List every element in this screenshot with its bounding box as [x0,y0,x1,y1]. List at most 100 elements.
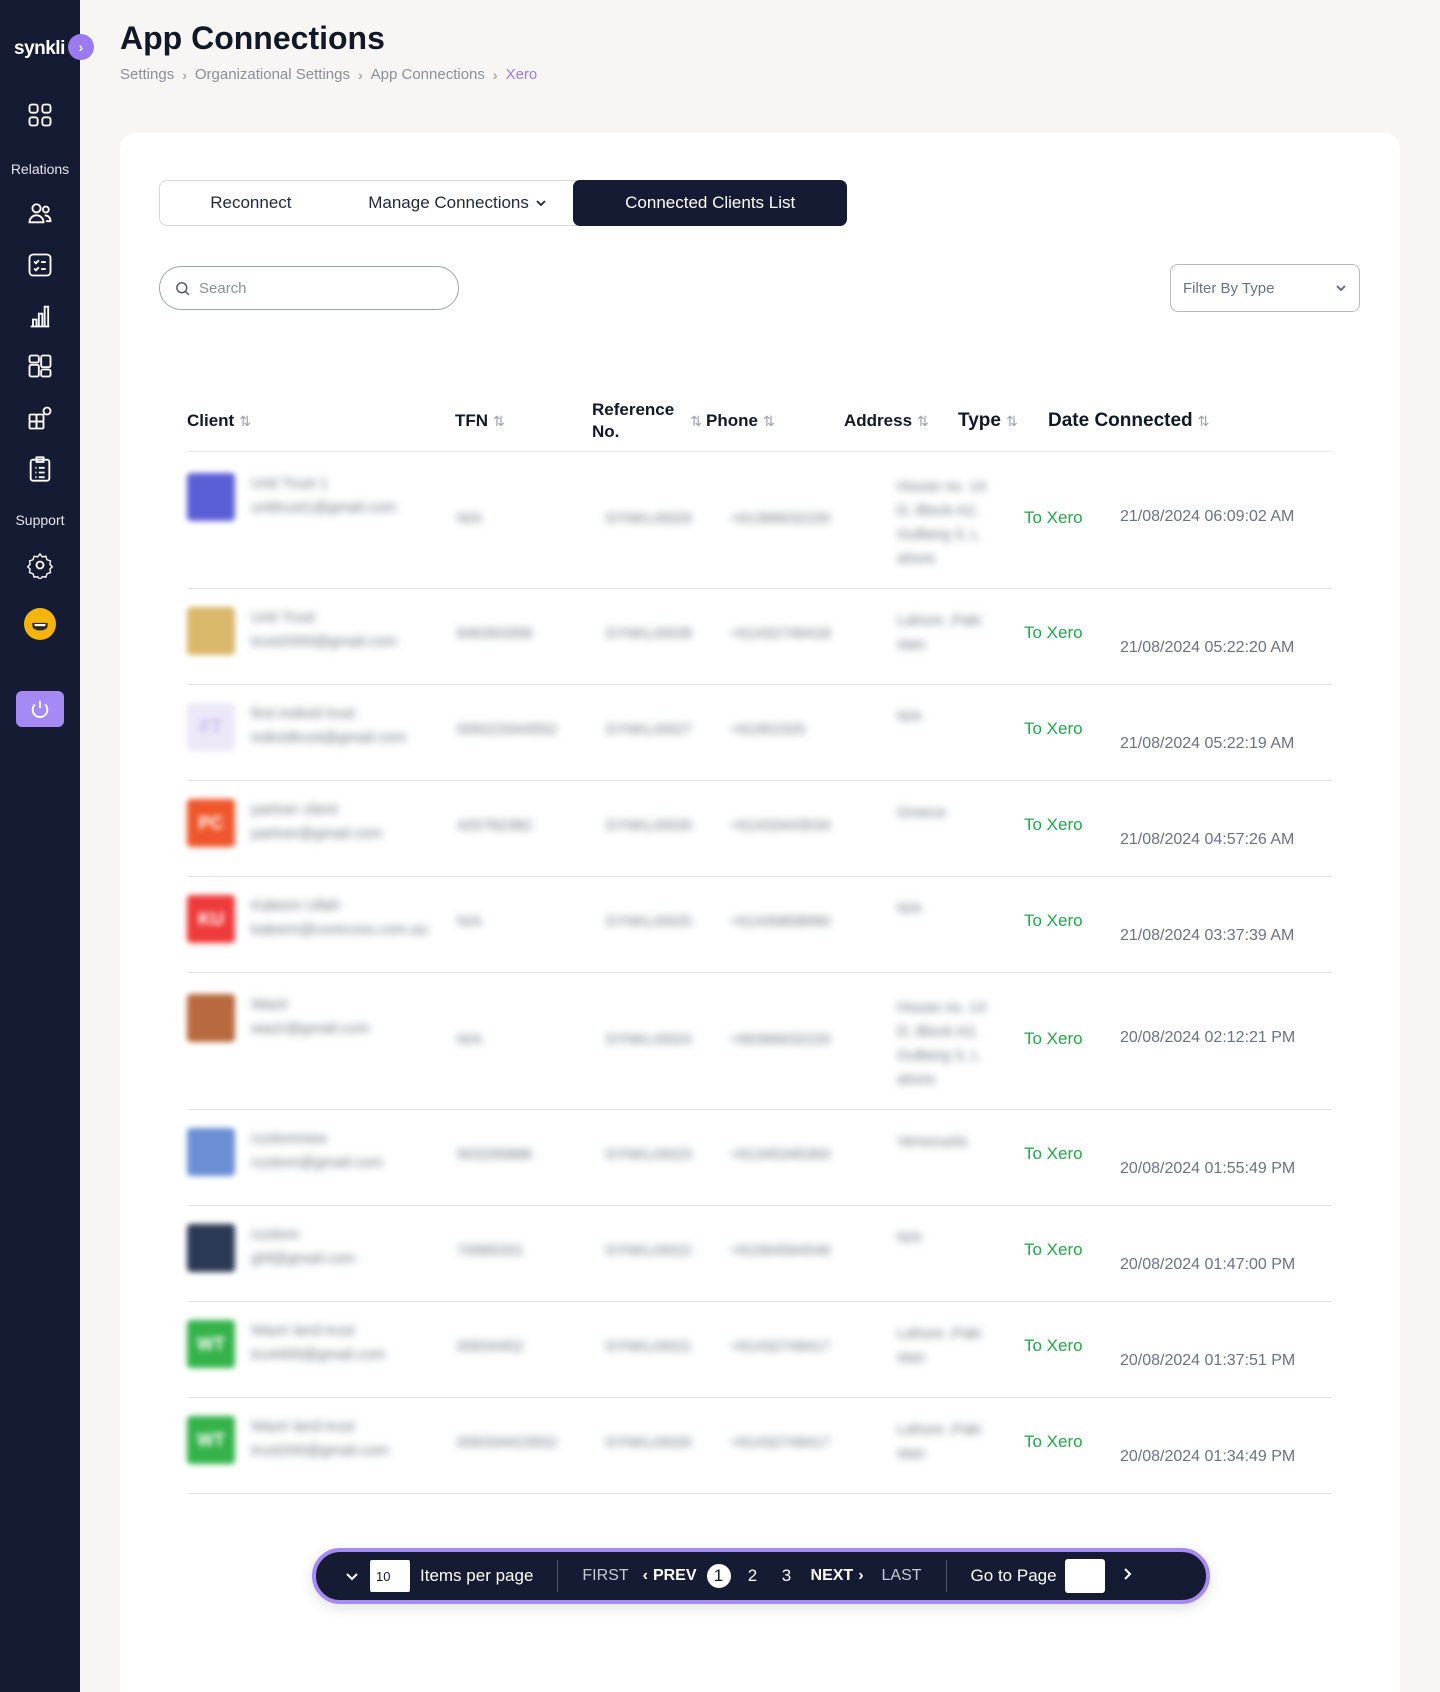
type-value: To Xero [1024,719,1083,738]
logout-button[interactable] [16,691,64,727]
table-row[interactable]: FT first individ trust individtrust@gmai… [187,685,1332,781]
avatar-initials: PC [198,812,224,833]
app-logo[interactable]: synkli [14,38,65,60]
prev-page-button[interactable]: ‹ PREV [643,1567,697,1585]
column-header-client[interactable]: Client ⇅ [187,386,251,456]
client-name[interactable]: Unit Trust [251,609,315,626]
search-input[interactable] [199,279,429,297]
tab-connected-clients-list[interactable]: Connected Clients List [573,180,847,226]
address-value: Lahore ,Paki stan [897,1421,982,1462]
page-3-button[interactable]: 3 [775,1564,799,1588]
next-page-button[interactable]: NEXT › [811,1567,864,1585]
column-header-address-label: Address [844,411,913,430]
breadcrumb-settings[interactable]: Settings [120,66,174,83]
date-connected-value: 21/08/2024 04:57:26 AM [1120,831,1295,848]
column-header-reference[interactable]: Reference No. ⇅ [592,386,702,456]
filter-label: Filter By Type [1183,279,1275,297]
column-header-phone[interactable]: Phone ⇅ [706,386,775,456]
phone-value: +61432749417 [730,1338,831,1355]
sort-icon: ⇅ [1005,412,1018,429]
apps-add-icon[interactable] [25,403,55,433]
column-header-address[interactable]: Address ⇅ [844,386,929,456]
tfn-value: 903295886 [457,1146,533,1163]
column-header-reference-line1: Reference [592,400,675,419]
chevron-down-icon[interactable] [344,1568,360,1584]
layout-icon[interactable] [25,351,55,381]
tab-manage-connections-label: Manage Connections [368,193,529,212]
client-email: partner@gmail.com [251,825,383,842]
client-email: wazir@gmail.com [251,1020,370,1037]
tfn-value: 846393358 [457,625,533,642]
tab-reconnect[interactable]: Reconnect [160,181,342,225]
page-title: App Connections [120,20,385,56]
column-header-type[interactable]: Type ⇅ [958,386,1018,456]
bar-chart-icon[interactable] [25,301,55,331]
date-connected-value: 21/08/2024 05:22:19 AM [1120,735,1295,752]
address-value: N/A [897,1229,923,1246]
gear-icon[interactable] [25,550,55,580]
client-name[interactable]: Wazir [251,996,289,1013]
tfn-value: N/A [457,913,483,930]
user-avatar[interactable] [24,608,56,640]
filter-by-type-select[interactable]: Filter By Type [1170,264,1360,312]
reference-value: SYNKLI0020 [605,1434,692,1451]
client-name[interactable]: Unit Trust 1 [251,475,328,492]
sidebar-toggle-button[interactable]: › [68,34,94,60]
column-header-tfn-label: TFN [455,411,489,430]
table-row[interactable]: WT Wazir land trust tru4400@gmail.com 00… [187,1302,1332,1398]
address-value: Venezuela [897,1133,968,1150]
type-value: To Xero [1024,1029,1083,1048]
clipboard-list-icon[interactable] [25,454,55,484]
column-header-date-connected[interactable]: Date Connected ⇅ [1048,386,1209,456]
sort-icon: ⇅ [690,413,702,429]
last-page-button[interactable]: LAST [882,1567,922,1585]
client-name[interactable]: first individ trust [251,705,355,722]
client-name[interactable]: partner client [251,801,338,818]
breadcrumb-xero: Xero [505,66,538,83]
reference-value: SYNKLI0022 [605,1242,692,1259]
go-to-page-input[interactable] [1064,1559,1105,1593]
breadcrumb: Settings › Organizational Settings › App… [120,66,537,83]
client-name[interactable]: customnew [251,1130,327,1147]
tfn-value: 009223344552 [457,721,558,738]
table-row[interactable]: Wazir wazir@gmail.com N/A SYNKLI0024 +66… [187,973,1332,1110]
prev-label: PREV [652,1567,697,1584]
table-row[interactable]: KU Kaleem Ullah kaleem@corecoss.com.au N… [187,877,1332,973]
table-row[interactable]: custom ghf@gmail.com 70985331 SYNKLI0022… [187,1206,1332,1302]
breadcrumb-organizational-settings[interactable]: Organizational Settings [195,66,350,83]
first-page-button[interactable]: FIRST [582,1567,628,1585]
phone-value: +61564564546 [730,1242,831,1259]
go-arrow-icon[interactable] [1119,1566,1135,1587]
client-name[interactable]: Wazir land trust [251,1418,355,1435]
sidebar-section-support: Support [15,512,65,528]
dashboard-icon[interactable] [25,100,55,130]
table-row[interactable]: Unit Trust trust2000@gmail.com 846393358… [187,589,1332,685]
client-email: trust200@gmail.com [251,1442,389,1459]
checklist-icon[interactable] [25,250,55,280]
column-header-tfn[interactable]: TFN ⇅ [455,386,505,456]
avatar [187,1128,235,1176]
phone-value: +66366632220 [730,1031,831,1048]
table-row[interactable]: WT Wazir land trust trust200@gmail.com 0… [187,1398,1332,1494]
users-icon[interactable] [25,198,55,228]
chevron-down-icon [1336,285,1346,292]
power-icon [31,700,49,718]
table-row[interactable]: customnew custom@gmail.com 903295886 SYN… [187,1110,1332,1206]
page-2-button[interactable]: 2 [741,1564,765,1588]
items-per-page-input[interactable]: 10 [370,1560,410,1592]
type-value: To Xero [1024,508,1083,527]
tfn-value: 70985331 [457,1242,524,1259]
reference-value: SYNKLI0027 [605,721,692,738]
client-email: tru4400@gmail.com [251,1346,386,1363]
client-name[interactable]: Wazir land trust [251,1322,355,1339]
table-row[interactable]: PC partner client partner@gmail.com 4257… [187,781,1332,877]
table-row[interactable]: Unit Trust 1 unittrust1@gmail.com N/A SY… [187,452,1332,589]
breadcrumb-app-connections[interactable]: App Connections [371,66,485,83]
avatar [187,1224,235,1272]
client-name[interactable]: custom [251,1226,299,1243]
tab-manage-connections[interactable]: Manage Connections [342,181,574,225]
client-name[interactable]: Kaleem Ullah [251,897,340,914]
page-1-button[interactable]: 1 [706,1564,731,1588]
column-header-reference-line2: No. [592,422,620,441]
avatar [187,607,235,655]
